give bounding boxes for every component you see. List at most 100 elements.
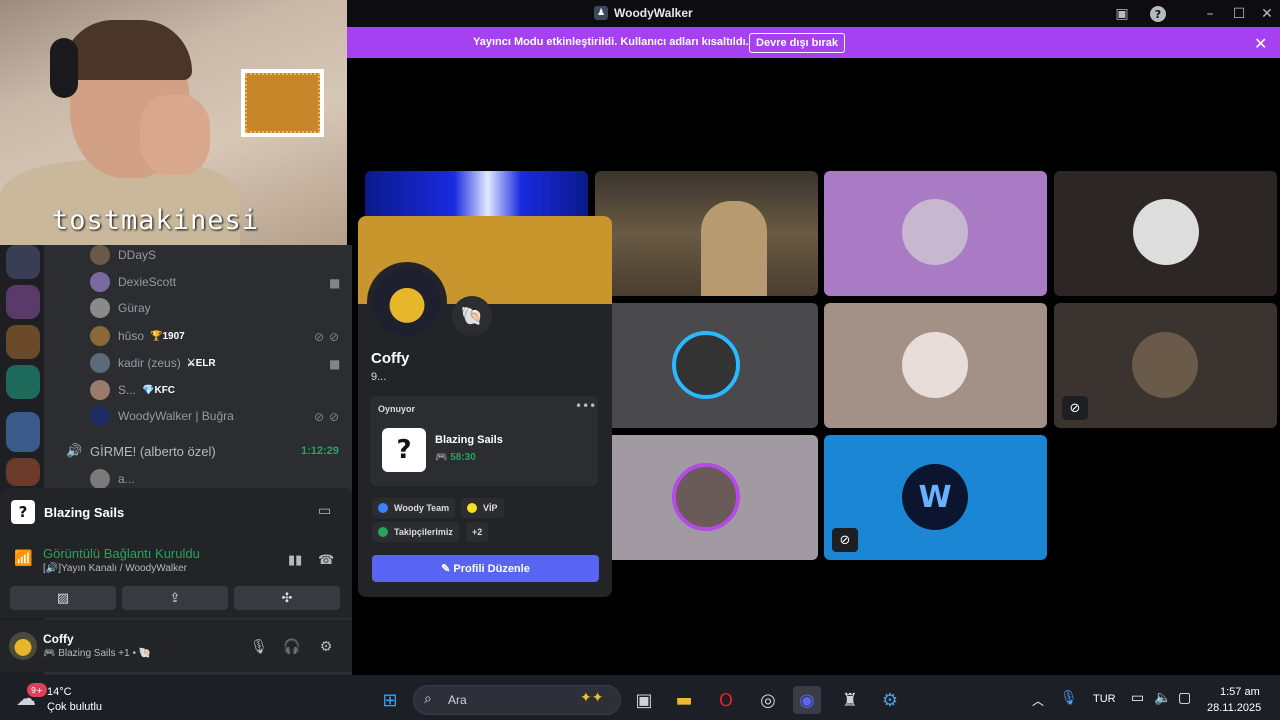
headphones-icon[interactable]: 🎧 [283,638,301,656]
microphone-icon[interactable]: 🎙 [250,638,268,656]
role-pill[interactable]: Takipçilerimiz [372,522,459,542]
language-indicator[interactable]: TUR [1093,693,1116,705]
member-item[interactable]: DexieScott [90,271,176,293]
inbox-icon[interactable]: ▣ [1112,4,1132,24]
camera-off-button[interactable]: ▨ [10,586,116,610]
disconnect-icon[interactable]: ☎ [318,553,334,568]
more-options-icon[interactable]: ••• [575,399,596,413]
discord-icon[interactable]: ◉ [793,686,821,714]
game-app-icon[interactable]: ♜ [836,686,864,714]
chevron-up-icon[interactable]: ︿ [1032,692,1044,709]
banner-close-icon[interactable]: ✕ [1254,34,1267,53]
member-badge: 🏆1907 [150,330,185,342]
connection-signal-icon[interactable]: 📶 [14,549,33,567]
task-view-icon[interactable]: ▣ [630,686,658,714]
role-pill[interactable]: Woody Team [372,498,456,518]
member-item[interactable]: Güray [90,297,151,319]
microphone-tray-icon[interactable]: 🎙 [1060,690,1078,706]
profile-avatar[interactable] [367,262,447,342]
avatar: W [902,464,968,530]
member-name: S... [118,383,137,397]
share-screen-button[interactable]: ⇪ [122,586,228,610]
role-color-dot [378,503,388,513]
volume-icon[interactable]: 🔈 [1154,690,1171,706]
shell-emoji-icon[interactable]: 🐚 [452,296,492,336]
video-tile[interactable] [595,171,818,296]
video-tile[interactable]: ⊘ [1054,303,1277,428]
file-explorer-icon[interactable]: ▬ [670,686,698,714]
avatar [902,332,968,398]
clock-date[interactable]: 28.11.2025 [1207,702,1261,714]
video-tile[interactable] [595,303,818,428]
noise-suppression-icon[interactable]: ▮▮ [288,553,302,568]
activity-game-name: Blazing Sails [44,505,125,520]
battery-icon[interactable]: ▢ [1178,690,1191,706]
server-icon[interactable] [6,285,40,319]
maximize-button[interactable]: ☐ [1229,4,1249,24]
search-icon: ⌕ [424,691,432,707]
muted-icon: ⊘ [314,330,325,344]
member-item[interactable]: a... [90,468,135,490]
weather-description[interactable]: Çok bulutlu [47,701,102,713]
app-icon[interactable]: ◎ [754,686,782,714]
deafened-icon: ⊘ [329,330,340,344]
avatar [90,406,110,426]
clock-time[interactable]: 1:57 am [1220,686,1260,698]
network-icon[interactable]: ▭ [1131,690,1144,706]
windows-start-icon[interactable]: ⊞ [376,686,404,714]
video-tile[interactable]: W ⊘ [824,435,1047,560]
more-roles-button[interactable]: +2 [466,522,489,542]
member-item[interactable]: DDayS [90,244,156,266]
video-tile[interactable] [595,435,818,560]
webcam-overlay: tostmakinesi [0,0,347,245]
camera-icon: ■ [329,276,341,290]
disable-streamer-mode-button[interactable]: Devre dışı bırak [749,33,845,53]
user-avatar[interactable] [9,632,37,660]
video-tile[interactable] [1054,171,1277,296]
member-item[interactable]: WoodyWalker | Buğra [90,405,234,427]
copilot-sparkle-icon: ✦✦ [580,690,604,706]
weather-temperature[interactable]: 14°C [47,686,72,698]
opera-icon[interactable]: O [712,686,740,714]
hair [62,20,192,80]
user-name[interactable]: Coffy [43,632,74,646]
help-icon[interactable]: ? [1150,6,1166,22]
server-icon[interactable] [6,458,40,486]
avatar [90,469,110,489]
deafened-icon: ⊘ [329,410,340,424]
role-color-dot [467,503,477,513]
server-icon[interactable] [6,325,40,359]
activities-button[interactable]: ✣ [234,586,340,610]
member-item[interactable]: kadir (zeus) ⚔ELR [90,352,216,374]
role-name: VİP [483,503,498,513]
connection-status[interactable]: Görüntülü Bağlantı Kuruldu [43,546,200,561]
activity-header: Oynuyor [378,404,416,414]
minimize-button[interactable]: – [1200,4,1220,24]
steam-icon[interactable]: ⚙ [876,686,904,714]
settings-gear-icon[interactable]: ⚙ [317,638,335,656]
avatar [1133,199,1199,265]
edit-profile-button[interactable]: ✎ Profili Düzenle [372,555,599,582]
avatar [672,463,740,531]
avatar [90,298,110,318]
member-name: a... [118,472,135,486]
member-item[interactable]: S... 💎KFC [90,379,175,401]
server-icon[interactable] [6,245,40,279]
profile-name: Coffy [371,350,410,367]
app-logo-icon: ♟ [594,6,608,20]
server-icon[interactable] [6,365,40,399]
avatar [672,331,740,399]
muted-icon: ⊘ [832,528,858,552]
close-window-button[interactable]: ✕ [1257,4,1277,24]
video-tile[interactable] [824,171,1047,296]
member-name: DexieScott [118,275,177,289]
search-placeholder: Ara [448,693,467,707]
profile-popout: 🐚 Coffy 9... Oynuyor ••• ? Blazing Sails… [358,216,612,597]
member-item[interactable]: hûso 🏆1907 [90,325,185,347]
voice-channel-name[interactable]: GİRME! (alberto özel) [90,444,216,459]
server-folder-icon[interactable] [6,412,40,452]
video-tile[interactable] [824,303,1047,428]
screen-share-icon[interactable]: ▭ [318,503,331,519]
member-name: DDayS [118,248,157,262]
role-pill[interactable]: VİP [461,498,504,518]
